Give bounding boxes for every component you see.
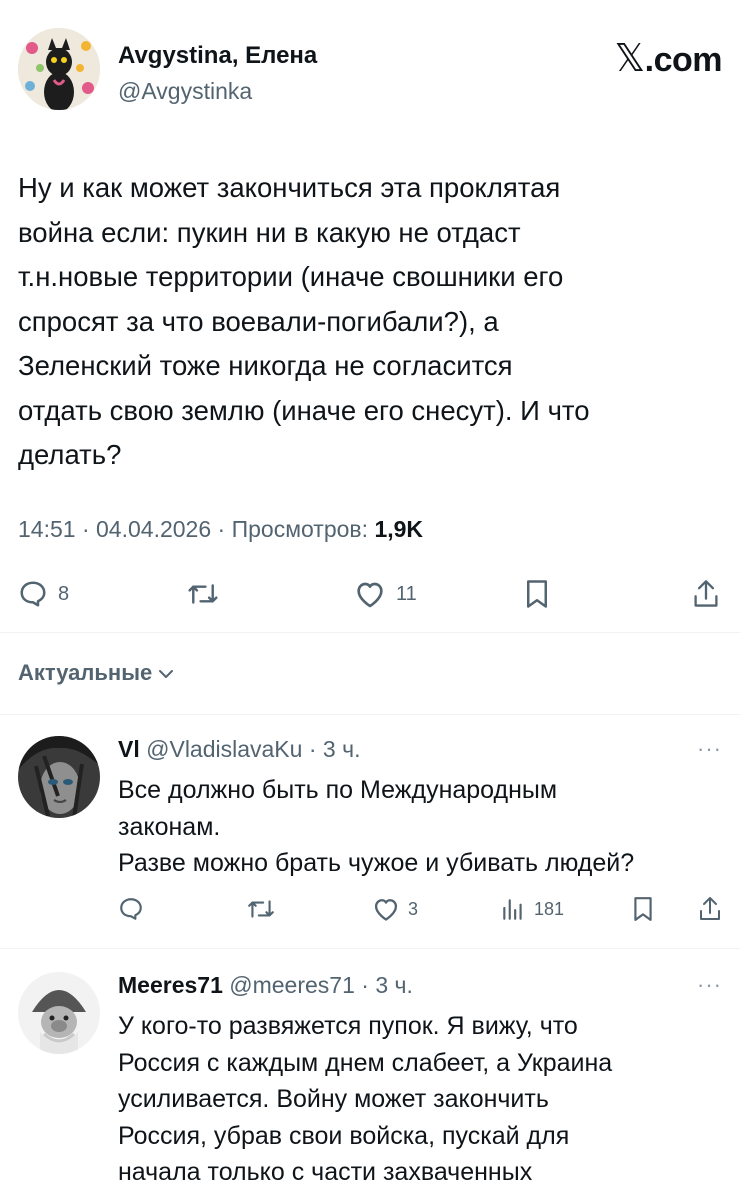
meta-separator: · <box>308 736 317 762</box>
divider <box>0 948 740 949</box>
like-icon <box>372 896 400 922</box>
bookmark-icon <box>524 579 550 609</box>
post-text-line: делать? <box>18 439 122 470</box>
share-icon <box>692 579 720 609</box>
reply-action-bar: 3 181 <box>118 894 722 924</box>
repost-icon <box>186 579 220 609</box>
post-meta: 14:51 · 04.04.2026 · Просмотров: 1,9K <box>18 516 423 543</box>
post-text: Ну и как может закончиться эта проклятая… <box>18 166 722 478</box>
bookmark-button[interactable] <box>632 894 654 924</box>
reply-avatar[interactable] <box>18 972 100 1054</box>
post-date[interactable]: 04.04.2026 <box>96 516 211 542</box>
like-button[interactable]: 11 <box>354 574 417 614</box>
chevron-down-icon <box>152 660 174 686</box>
reply-text-line: усиливается. Войну может закончить <box>118 1085 549 1113</box>
share-button[interactable] <box>698 894 722 924</box>
post-text-line: т.н.новые территории (иначе свошники его <box>18 261 564 292</box>
like-icon <box>354 579 386 609</box>
post-header: Avgystina, Елена @Avgystinka 𝕏.com <box>18 28 723 118</box>
like-count: 3 <box>408 898 419 919</box>
reply-header: Vl @VladislavaKu · 3 ч. <box>118 736 360 763</box>
view-count: 181 <box>534 898 565 919</box>
like-count: 11 <box>396 582 417 605</box>
reply-text-line: Россия с каждым днем слабеет, а Украина <box>118 1048 613 1077</box>
views-label: Просмотров: <box>231 516 369 542</box>
more-options-icon[interactable]: ··· <box>697 736 722 762</box>
bookmark-button[interactable] <box>524 574 550 614</box>
more-options-icon[interactable]: ··· <box>697 972 722 998</box>
reply-text-line: Разве можно брать чужое и убивать людей? <box>118 849 635 877</box>
meta-separator: · <box>361 972 369 998</box>
repost-icon <box>246 896 276 922</box>
reply-button[interactable] <box>118 894 144 924</box>
author-handle[interactable]: @Avgystinka <box>118 78 252 105</box>
post-text-line: война если: пукин ни в какую не отдаст <box>18 216 521 248</box>
reply-avatar[interactable] <box>18 736 100 818</box>
reply-text-line: Все должно быть по Международным <box>118 776 558 804</box>
views-button[interactable]: 181 <box>500 894 564 924</box>
reply-item[interactable]: Vl @VladislavaKu · 3 ч. ··· Все должно б… <box>18 736 722 936</box>
reply-time[interactable]: 3 ч. <box>323 736 361 762</box>
reply-count: 8 <box>58 582 70 605</box>
post-time[interactable]: 14:51 <box>18 516 76 542</box>
reply-author-handle[interactable]: @VladislavaKu <box>146 736 302 762</box>
reply-text-line: У кого-то развяжется пупок. Я вижу, что <box>118 1012 578 1040</box>
post-text-line: Зеленский тоже никогда не согласится <box>18 350 513 381</box>
post-text-line: отдать свою землю (иначе его снесут). И … <box>18 394 590 426</box>
reply-author-name[interactable]: Vl <box>118 736 140 762</box>
reply-header: Meeres71 @meeres71 · 3 ч. <box>118 972 413 999</box>
reply-text-line: законам. <box>118 812 221 841</box>
divider <box>0 714 740 715</box>
reply-text-line: Россия, убрав свои войска, пускай для <box>118 1121 570 1150</box>
post-text-line: спросят за что воевали-погибали?), а <box>18 305 499 337</box>
post-action-bar: 8 11 <box>18 574 722 614</box>
analytics-icon <box>500 896 526 922</box>
reply-text: У кого-то развяжется пупок. Я вижу, что … <box>118 1008 722 1191</box>
like-button[interactable]: 3 <box>372 894 418 924</box>
sort-label: Актуальные <box>18 660 153 685</box>
share-icon <box>698 896 722 922</box>
repost-button[interactable] <box>246 894 276 924</box>
views-count: 1,9K <box>374 516 424 542</box>
reply-text: Все должно быть по Международным законам… <box>118 772 722 882</box>
meta-separator: · <box>81 516 90 542</box>
reply-author-name[interactable]: Meeres71 <box>118 972 223 998</box>
share-button[interactable] <box>692 574 720 614</box>
bookmark-icon <box>632 896 654 922</box>
reply-time[interactable]: 3 ч. <box>375 972 413 998</box>
divider <box>0 632 740 633</box>
replies-sort-dropdown[interactable]: Актуальные <box>18 660 174 686</box>
reply-button[interactable]: 8 <box>18 574 69 614</box>
reply-icon <box>18 579 48 609</box>
x-com-logo: 𝕏.com <box>614 36 723 80</box>
repost-button[interactable] <box>186 574 220 614</box>
reply-icon <box>118 896 144 922</box>
author-avatar[interactable] <box>18 28 100 110</box>
meta-separator: · <box>217 516 226 542</box>
reply-item[interactable]: Meeres71 @meeres71 · 3 ч. ··· У кого-то … <box>18 972 722 1200</box>
reply-text-line: начала только с части захваченных <box>118 1158 533 1186</box>
reply-author-handle[interactable]: @meeres71 <box>229 972 355 998</box>
author-name[interactable]: Avgystina, Елена <box>118 42 317 70</box>
post-text-line: Ну и как может закончиться эта проклятая <box>18 172 561 203</box>
